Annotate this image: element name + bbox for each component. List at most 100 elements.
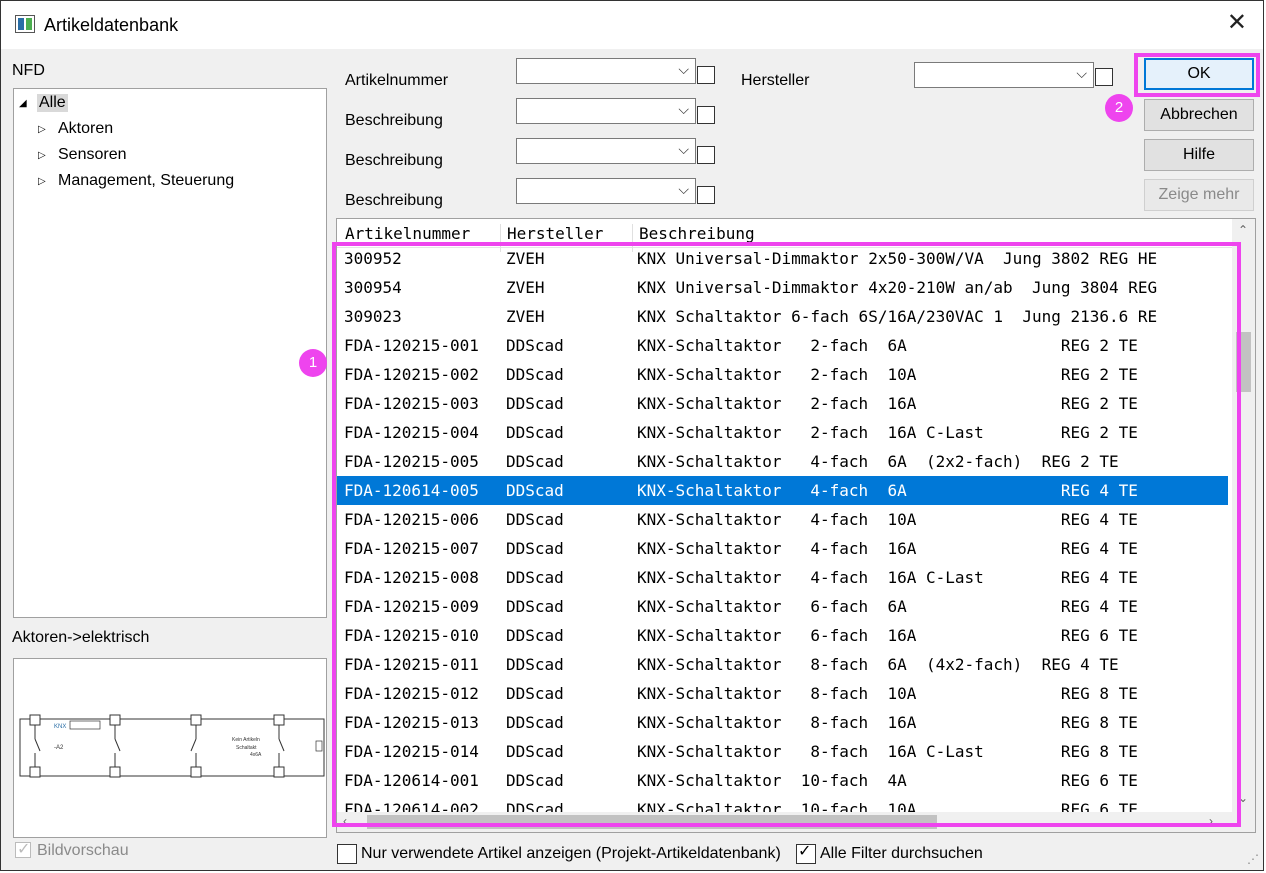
cell-hersteller: DDScad: [506, 626, 564, 645]
close-icon[interactable]: ✕: [1227, 11, 1247, 35]
annotation-badge-2: 2: [1105, 94, 1133, 122]
cell-artikelnummer: FDA-120614-001: [344, 771, 479, 790]
chevron-down-icon: ⌵: [678, 101, 689, 117]
tree-item-label: Alle: [37, 94, 68, 112]
preview-knx-text: KNX: [54, 724, 66, 730]
cell-beschreibung: KNX-Schaltaktor 4-fach 16A C-Last REG 4 …: [637, 568, 1138, 587]
bildvorschau-checkbox[interactable]: [15, 839, 31, 859]
column-header-hersteller[interactable]: Hersteller: [507, 224, 603, 243]
table-row[interactable]: FDA-120215-014 DDScad KNX-Schaltaktor 8-fa…: [337, 737, 1228, 766]
table-row[interactable]: FDA-120215-005 DDScad KNX-Schaltaktor 4-fa…: [337, 447, 1228, 476]
cell-hersteller: DDScad: [506, 481, 564, 500]
hersteller-filter-checkbox[interactable]: [1095, 68, 1113, 86]
table-row[interactable]: FDA-120215-003 DDScad KNX-Schaltaktor 2-fa…: [337, 389, 1228, 418]
cell-hersteller: DDScad: [506, 394, 564, 413]
beschreibung-combobox-3[interactable]: ⌵: [516, 178, 696, 204]
scroll-up-icon[interactable]: ⌃: [1238, 223, 1248, 237]
collapsed-arrow-icon[interactable]: ▷: [38, 150, 46, 161]
horizontal-scrollbar[interactable]: ‹ ›: [337, 812, 1232, 832]
column-header-artikelnummer[interactable]: Artikelnummer: [345, 224, 470, 243]
resize-grip-icon[interactable]: ⋰: [1247, 852, 1259, 866]
alle-filter-checkbox[interactable]: [796, 841, 816, 864]
cell-beschreibung: KNX Universal-Dimmaktor 2x50-300W/VA Jun…: [637, 249, 1158, 268]
article-list[interactable]: Artikelnummer Hersteller Beschreibung 30…: [336, 218, 1256, 833]
title-bar: Artikeldatenbank ✕: [1, 1, 1263, 49]
cell-beschreibung: KNX-Schaltaktor 4-fach 16A REG 4 TE: [637, 539, 1138, 558]
scroll-right-icon[interactable]: ›: [1209, 814, 1213, 828]
cell-hersteller: DDScad: [506, 597, 564, 616]
table-row[interactable]: FDA-120215-008 DDScad KNX-Schaltaktor 4-fa…: [337, 563, 1228, 592]
nur-verwendete-label: Nur verwendete Artikel anzeigen (Projekt…: [361, 845, 781, 862]
cell-artikelnummer: 300954: [344, 278, 402, 297]
schematic-preview: KNX -A2 Kein Artikeln Schaltakt 4x6A: [19, 714, 325, 778]
expanded-arrow-icon[interactable]: ◢: [19, 98, 27, 109]
cell-beschreibung: KNX-Schaltaktor 4-fach 10A REG 4 TE: [637, 510, 1138, 529]
filter-beschreibung-label-3: Beschreibung: [345, 192, 443, 209]
collapsed-arrow-icon[interactable]: ▷: [38, 176, 46, 187]
artikelnummer-filter-checkbox[interactable]: [697, 66, 715, 84]
table-row[interactable]: FDA-120614-001 DDScad KNX-Schaltaktor 10-f…: [337, 766, 1228, 795]
cell-beschreibung: KNX-Schaltaktor 10-fach 4A REG 6 TE: [637, 771, 1138, 790]
table-row[interactable]: FDA-120215-011 DDScad KNX-Schaltaktor 8-fa…: [337, 650, 1228, 679]
table-row[interactable]: 300954 ZVEH KNX Universal-Dimmaktor 4x20-2…: [337, 273, 1228, 302]
category-tree[interactable]: ◢ Alle ▷ Aktoren ▷ Sensoren ▷ Management…: [13, 88, 327, 618]
column-header-beschreibung[interactable]: Beschreibung: [639, 224, 755, 243]
nur-verwendete-checkbox[interactable]: [337, 844, 357, 864]
hilfe-button[interactable]: Hilfe: [1144, 139, 1254, 171]
table-row[interactable]: FDA-120215-002 DDScad KNX-Schaltaktor 2-fa…: [337, 360, 1228, 389]
cell-beschreibung: KNX-Schaltaktor 2-fach 10A REG 2 TE: [637, 365, 1138, 384]
scroll-down-icon[interactable]: ⌄: [1238, 791, 1248, 805]
cell-artikelnummer: FDA-120215-012: [344, 684, 479, 703]
table-row[interactable]: FDA-120215-013 DDScad KNX-Schaltaktor 8-fa…: [337, 708, 1228, 737]
beschreibung-filter-checkbox-1[interactable]: [697, 106, 715, 124]
cell-artikelnummer: FDA-120215-003: [344, 394, 479, 413]
cell-artikelnummer: FDA-120215-014: [344, 742, 479, 761]
table-row[interactable]: FDA-120614-005 DDScad KNX-Schaltaktor 4-fa…: [337, 476, 1228, 505]
zeige-mehr-button[interactable]: Zeige mehr: [1144, 179, 1254, 211]
ok-button[interactable]: OK: [1144, 58, 1254, 90]
cell-hersteller: DDScad: [506, 539, 564, 558]
table-row[interactable]: 309023 ZVEH KNX Schaltaktor 6-fach 6S/16A/…: [337, 302, 1228, 331]
table-row[interactable]: FDA-120215-004 DDScad KNX-Schaltaktor 2-fa…: [337, 418, 1228, 447]
abbrechen-button[interactable]: Abbrechen: [1144, 99, 1254, 131]
cell-artikelnummer: 300952: [344, 249, 402, 268]
cell-artikelnummer: FDA-120215-009: [344, 597, 479, 616]
artikeldatenbank-dialog: Artikeldatenbank ✕ NFD ◢ Alle ▷ Aktoren …: [0, 0, 1264, 871]
table-row[interactable]: FDA-120215-006 DDScad KNX-Schaltaktor 4-fa…: [337, 505, 1228, 534]
filter-beschreibung-label-2: Beschreibung: [345, 152, 443, 169]
preview-rating-text: 4x6A: [250, 752, 262, 758]
beschreibung-combobox-2[interactable]: ⌵: [516, 138, 696, 164]
table-row[interactable]: FDA-120215-001 DDScad KNX-Schaltaktor 2-fa…: [337, 331, 1228, 360]
beschreibung-filter-checkbox-3[interactable]: [697, 186, 715, 204]
cell-hersteller: DDScad: [506, 336, 564, 355]
cell-artikelnummer: 309023: [344, 307, 402, 326]
beschreibung-filter-checkbox-2[interactable]: [697, 146, 715, 164]
cell-beschreibung: KNX-Schaltaktor 2-fach 16A REG 2 TE: [637, 394, 1138, 413]
cell-beschreibung: KNX-Schaltaktor 4-fach 6A (2x2-fach) REG…: [637, 452, 1119, 471]
horizontal-scroll-thumb[interactable]: [367, 815, 937, 829]
alle-filter-label: Alle Filter durchsuchen: [820, 845, 983, 862]
filter-artikelnummer-label: Artikelnummer: [345, 72, 449, 89]
cell-artikelnummer: FDA-120215-001: [344, 336, 479, 355]
cell-artikelnummer: FDA-120215-008: [344, 568, 479, 587]
hersteller-combobox[interactable]: ⌵: [914, 62, 1094, 88]
table-row[interactable]: 300952 ZVEH KNX Universal-Dimmaktor 2x50-3…: [337, 244, 1228, 273]
table-row[interactable]: FDA-120215-010 DDScad KNX-Schaltaktor 6-fa…: [337, 621, 1228, 650]
cell-artikelnummer: FDA-120614-005: [344, 481, 479, 500]
cell-hersteller: DDScad: [506, 713, 564, 732]
cell-hersteller: ZVEH: [506, 307, 545, 326]
scroll-left-icon[interactable]: ‹: [343, 814, 347, 828]
vertical-scrollbar[interactable]: ⌃ ⌄: [1232, 219, 1255, 832]
artikelnummer-combobox[interactable]: ⌵: [516, 58, 696, 84]
chevron-down-icon: ⌵: [1076, 65, 1087, 81]
table-row[interactable]: FDA-120215-012 DDScad KNX-Schaltaktor 8-fa…: [337, 679, 1228, 708]
table-row[interactable]: FDA-120215-007 DDScad KNX-Schaltaktor 4-fa…: [337, 534, 1228, 563]
collapsed-arrow-icon[interactable]: ▷: [38, 124, 46, 135]
preview-article-text: Kein Artikeln: [232, 737, 260, 743]
table-row[interactable]: FDA-120215-009 DDScad KNX-Schaltaktor 6-fa…: [337, 592, 1228, 621]
cell-hersteller: DDScad: [506, 771, 564, 790]
vertical-scroll-thumb[interactable]: [1236, 332, 1251, 392]
beschreibung-combobox-1[interactable]: ⌵: [516, 98, 696, 124]
cell-hersteller: DDScad: [506, 655, 564, 674]
cell-hersteller: DDScad: [506, 510, 564, 529]
